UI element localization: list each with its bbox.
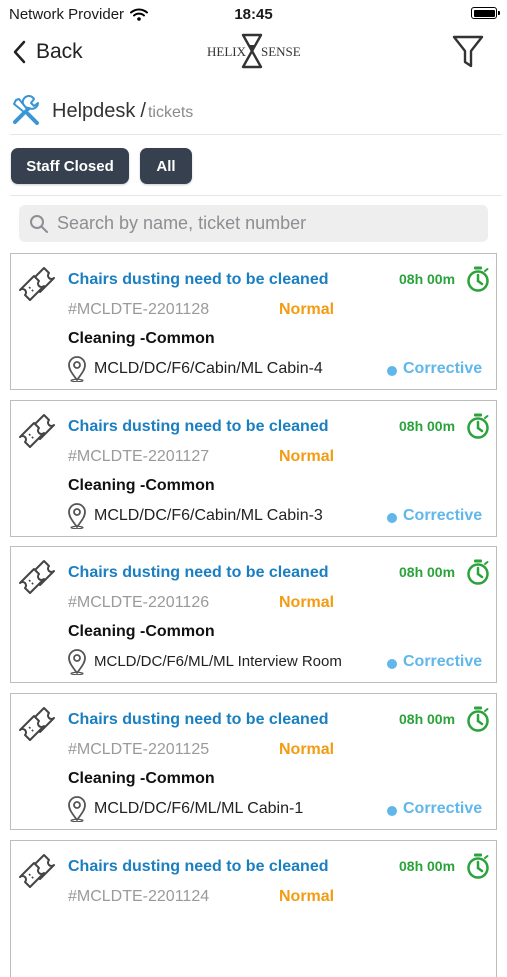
ticket-icon: [19, 560, 55, 594]
ticket-time: 08h 00m: [399, 564, 456, 580]
search-icon: [30, 214, 48, 233]
breadcrumb: Helpdesk / tickets: [10, 94, 193, 128]
ticket-card[interactable]: Chairs dusting need to be cleaned 08h 00…: [10, 693, 497, 830]
battery-icon: [471, 7, 500, 19]
status-dot: [387, 366, 397, 376]
filter-chip-all[interactable]: All: [140, 148, 192, 184]
ticket-card[interactable]: Chairs dusting need to be cleaned 08h 00…: [10, 253, 497, 390]
status-time: 18:45: [234, 6, 273, 23]
logo-text-right: SENSE: [261, 44, 301, 59]
ticket-type: Corrective: [403, 653, 483, 670]
ticket-category: Cleaning -Common: [68, 477, 215, 494]
status-dot: [387, 806, 397, 816]
ticket-time: 08h 00m: [399, 858, 456, 874]
ticket-card[interactable]: Chairs dusting need to be cleaned 08h 00…: [10, 546, 497, 683]
divider: [10, 134, 502, 135]
ticket-location: MCLD/DC/F6/ML/ML Cabin-1: [94, 800, 304, 817]
stopwatch-icon: [467, 853, 489, 879]
stopwatch-icon: [467, 266, 489, 292]
ticket-priority: Normal: [279, 301, 335, 318]
ticket-priority: Normal: [279, 594, 335, 611]
ticket-time: 08h 00m: [399, 418, 456, 434]
helixsense-logo: HELIX SENSE: [207, 33, 301, 69]
ticket-category: Cleaning -Common: [68, 330, 215, 347]
ticket-location: MCLD/DC/F6/ML/ML Interview Room: [94, 653, 342, 670]
divider: [10, 195, 502, 196]
search-bar[interactable]: [19, 205, 488, 242]
ticket-title: Chairs dusting need to be cleaned: [68, 858, 329, 875]
ticket-icon: [19, 854, 55, 888]
location-pin-icon: [68, 796, 86, 822]
stopwatch-icon: [467, 559, 489, 585]
ticket-number: #MCLDTE-2201127: [68, 448, 210, 465]
stopwatch-icon: [467, 413, 489, 439]
tools-icon: [13, 95, 39, 125]
ticket-icon: [19, 414, 55, 448]
ticket-location: MCLD/DC/F6/Cabin/ML Cabin-4: [94, 360, 323, 377]
ticket-icon: [19, 267, 55, 301]
status-bar: Network Provider 18:45: [0, 0, 507, 28]
ticket-category: Cleaning -Common: [68, 770, 215, 787]
ticket-title: Chairs dusting need to be cleaned: [68, 711, 329, 728]
ticket-category: Cleaning -Common: [68, 623, 215, 640]
ticket-title: Chairs dusting need to be cleaned: [68, 418, 329, 435]
logo-text-left: HELIX: [207, 44, 247, 59]
ticket-priority: Normal: [279, 888, 335, 905]
ticket-title: Chairs dusting need to be cleaned: [68, 271, 329, 288]
location-pin-icon: [68, 503, 86, 529]
ticket-type: Corrective: [403, 507, 483, 524]
search-input[interactable]: [55, 212, 479, 235]
status-dot: [387, 513, 397, 523]
filter-chip-staff-closed[interactable]: Staff Closed: [11, 148, 129, 184]
chevron-left-icon: [13, 40, 26, 64]
back-button[interactable]: Back: [12, 36, 83, 68]
ticket-type: Corrective: [403, 800, 483, 817]
status-dot: [387, 659, 397, 669]
ticket-number: #MCLDTE-2201126: [68, 594, 210, 611]
ticket-number: #MCLDTE-2201125: [68, 741, 210, 758]
ticket-card[interactable]: Chairs dusting need to be cleaned 08h 00…: [10, 840, 497, 977]
stopwatch-icon: [467, 706, 489, 732]
breadcrumb-title[interactable]: Helpdesk: [52, 100, 135, 123]
ticket-priority: Normal: [279, 741, 335, 758]
ticket-number: #MCLDTE-2201128: [68, 301, 210, 318]
ticket-priority: Normal: [279, 448, 335, 465]
ticket-type: Corrective: [403, 360, 483, 377]
ticket-card[interactable]: Chairs dusting need to be cleaned 08h 00…: [10, 400, 497, 537]
ticket-location: MCLD/DC/F6/Cabin/ML Cabin-3: [94, 507, 323, 524]
ticket-title: Chairs dusting need to be cleaned: [68, 564, 329, 581]
ticket-number: #MCLDTE-2201124: [68, 888, 210, 905]
ticket-time: 08h 00m: [399, 711, 456, 727]
back-label: Back: [36, 40, 83, 63]
location-pin-icon: [68, 649, 86, 675]
location-pin-icon: [68, 356, 86, 382]
filter-icon[interactable]: [448, 32, 488, 72]
ticket-icon: [19, 707, 55, 741]
breadcrumb-current: tickets: [147, 103, 194, 121]
breadcrumb-separator: /: [140, 99, 146, 122]
ticket-time: 08h 00m: [399, 271, 456, 287]
